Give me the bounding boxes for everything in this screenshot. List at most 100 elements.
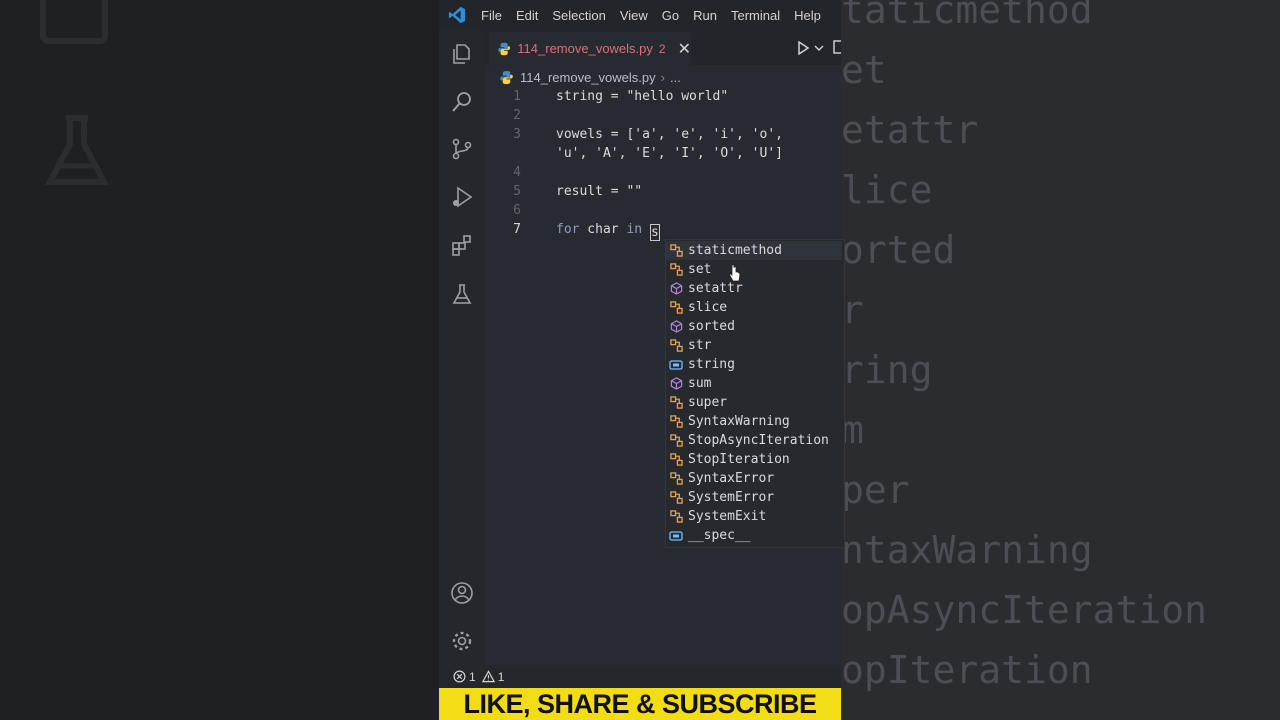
tab-remove-vowels[interactable]: 114_remove_vowels.py 2 ✕ xyxy=(489,32,691,65)
suggestion-item[interactable]: SystemExit xyxy=(666,507,842,526)
suggestion-label: sorted xyxy=(688,319,735,334)
suggestion-label: staticmethod xyxy=(688,243,782,258)
suggestion-label: str xyxy=(688,338,712,353)
menu-go[interactable]: Go xyxy=(662,8,679,23)
class-icon xyxy=(669,396,683,410)
suggestion-item[interactable]: __spec__ xyxy=(666,526,842,545)
problems-indicator[interactable]: 1 1 xyxy=(453,670,504,684)
breadcrumb: 114_remove_vowels.py › ... xyxy=(499,68,681,86)
suggestion-item[interactable]: SyntaxWarning xyxy=(666,412,842,431)
settings-gear-icon[interactable] xyxy=(450,629,474,653)
line-number: 3 xyxy=(513,127,521,142)
account-icon[interactable] xyxy=(450,581,474,605)
suggestion-label: SyntaxError xyxy=(688,471,775,486)
problem-count-badge: 2 xyxy=(658,41,666,56)
menu-help[interactable]: Help xyxy=(794,8,821,23)
background-echo-text: ring xyxy=(841,348,933,392)
run-options-chevron-icon[interactable] xyxy=(814,43,824,53)
menu-run[interactable]: Run xyxy=(693,8,717,23)
warning-count: 1 xyxy=(497,669,505,684)
class-icon xyxy=(669,244,683,258)
extensions-icon[interactable] xyxy=(450,234,474,258)
suggestion-item[interactable]: str xyxy=(666,336,842,355)
suggestion-label: string xyxy=(688,357,735,372)
suggestion-item[interactable]: set xyxy=(666,260,842,279)
line-number: 2 xyxy=(513,108,521,123)
variable-icon xyxy=(669,529,683,543)
class-icon xyxy=(669,339,683,353)
function-icon xyxy=(669,282,683,296)
run-debug-icon[interactable] xyxy=(450,185,474,209)
source-control-icon[interactable] xyxy=(450,137,474,161)
code-line: string = "hello world" xyxy=(556,89,729,104)
breadcrumb-file[interactable]: 114_remove_vowels.py xyxy=(520,70,656,85)
suggestion-label: StopAsyncIteration xyxy=(688,433,829,448)
tab-filename: 114_remove_vowels.py xyxy=(517,41,653,56)
breadcrumb-separator: › xyxy=(660,69,665,85)
line-number: 6 xyxy=(513,203,521,218)
menu-selection[interactable]: Selection xyxy=(552,8,605,23)
editor-tabs: 114_remove_vowels.py 2 ✕ xyxy=(485,30,841,65)
menu-bar: File Edit Selection View Go Run Terminal… xyxy=(439,0,841,30)
suggestion-item[interactable]: super xyxy=(666,393,842,412)
status-bar: 1 1 xyxy=(439,665,841,688)
suggestion-item[interactable]: SyntaxError xyxy=(666,469,842,488)
suggestion-widget: staticmethod set setattr slice sorted str stri… xyxy=(665,239,845,548)
explorer-icon[interactable] xyxy=(450,42,474,66)
tab-close-icon[interactable]: ✕ xyxy=(678,39,691,59)
code-line-wrapped: 'u', 'A', 'E', 'I', 'O', 'U'] xyxy=(556,146,783,161)
suggestion-item[interactable]: StopIteration xyxy=(666,450,842,469)
class-icon xyxy=(669,263,683,277)
split-editor-icon[interactable] xyxy=(833,40,841,54)
line-number: 5 xyxy=(513,184,521,199)
run-python-file-icon[interactable] xyxy=(796,41,810,55)
code-line: result = "" xyxy=(556,184,643,199)
python-file-icon xyxy=(500,70,513,84)
background-echo-text: per xyxy=(841,468,910,512)
search-icon[interactable] xyxy=(450,90,474,114)
background-echo-text: opAsyncIteration xyxy=(841,588,1208,632)
suggestion-label: setattr xyxy=(688,281,743,296)
suggestion-label: SystemExit xyxy=(688,509,767,524)
suggestion-item[interactable]: staticmethod xyxy=(666,241,842,260)
suggestion-item[interactable]: setattr xyxy=(666,279,842,298)
line-number: 1 xyxy=(513,89,521,104)
menu-terminal[interactable]: Terminal xyxy=(731,8,780,23)
suggestion-label: SyntaxWarning xyxy=(688,414,790,429)
suggestion-item[interactable]: sorted xyxy=(666,317,842,336)
class-icon xyxy=(669,301,683,315)
python-file-icon xyxy=(498,42,511,55)
breadcrumb-more[interactable]: ... xyxy=(670,70,681,85)
code-line-current: for char in s xyxy=(556,222,660,241)
keyword-for: for xyxy=(556,222,580,237)
suggestion-item[interactable]: slice xyxy=(666,298,842,317)
background-echo-text: et xyxy=(841,48,887,92)
subscribe-banner: LIKE, SHARE & SUBSCRIBE xyxy=(439,688,841,720)
suggestion-item[interactable]: SystemError xyxy=(666,488,842,507)
suggestion-label: SystemError xyxy=(688,490,775,505)
error-count: 1 xyxy=(469,669,476,684)
class-icon xyxy=(669,434,683,448)
suggestion-item[interactable]: sum xyxy=(666,374,842,393)
line-number: 4 xyxy=(513,165,521,180)
testing-flask-icon[interactable] xyxy=(450,282,474,306)
suggestion-item[interactable]: StopAsyncIteration xyxy=(666,431,842,450)
function-icon xyxy=(669,320,683,334)
suggestion-label: slice xyxy=(688,300,728,315)
function-icon xyxy=(669,377,683,391)
class-icon xyxy=(669,510,683,524)
class-icon xyxy=(669,491,683,505)
background-echo-text: opIteration xyxy=(841,648,1093,692)
suggestion-item[interactable]: string xyxy=(666,355,842,374)
menu-view[interactable]: View xyxy=(620,8,648,23)
menu-file[interactable]: File xyxy=(481,8,502,23)
line-number-current: 7 xyxy=(513,222,521,237)
background-echo-text: orted xyxy=(841,228,956,272)
class-icon xyxy=(669,472,683,486)
ghost-flask-icon xyxy=(45,115,109,185)
menu-edit[interactable]: Edit xyxy=(516,8,538,23)
code-line: vowels = ['a', 'e', 'i', 'o', xyxy=(556,127,783,142)
suggestion-label: super xyxy=(688,395,728,410)
warning-icon xyxy=(481,670,495,683)
background-echo-text: lice xyxy=(841,168,933,212)
